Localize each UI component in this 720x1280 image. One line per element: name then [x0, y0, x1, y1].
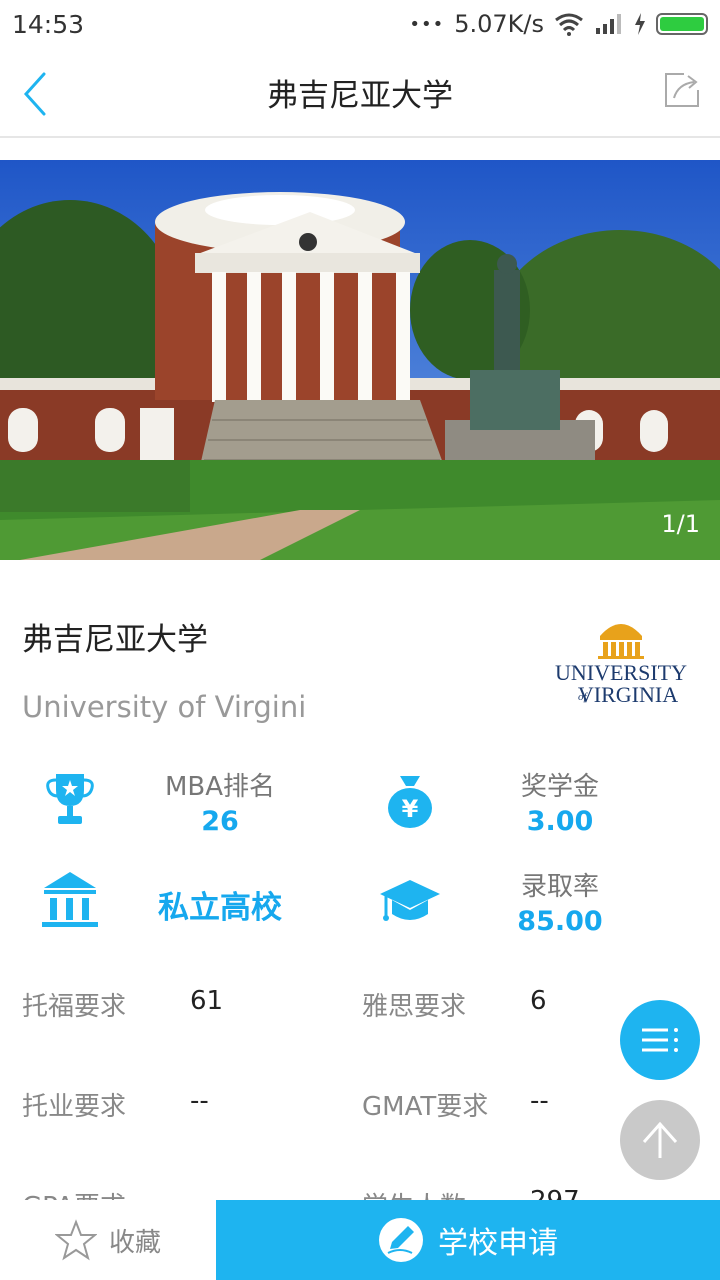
star-icon: [54, 1219, 97, 1261]
ielts-value: 6: [530, 986, 547, 1016]
toefl-label: 托福要求: [22, 992, 127, 1022]
status-time: 14:53: [12, 10, 85, 39]
scholarship-label: 奖学金: [520, 772, 599, 802]
favorite-button[interactable]: 收藏: [0, 1200, 216, 1280]
image-counter: 1/1: [661, 510, 700, 538]
graduation-cap-icon: [380, 880, 440, 921]
money-bag-icon: ¥: [388, 776, 432, 828]
battery-icon: [656, 13, 708, 35]
pen-edit-icon: [379, 1218, 423, 1262]
toeic-value: --: [190, 1086, 209, 1116]
page-title: 弗吉尼亚大学: [267, 78, 453, 114]
school-name-cn: 弗吉尼亚大学: [22, 622, 208, 658]
toeic-label: 托业要求: [22, 1092, 127, 1122]
campus-photo: [0, 160, 720, 560]
gmat-value: --: [530, 1086, 549, 1116]
network-speed: 5.07K/s: [454, 10, 544, 38]
mba-rank-value: 26: [201, 806, 239, 837]
school-name-en: University of Virgini: [22, 690, 307, 724]
campus-photo-banner[interactable]: 1/1: [0, 160, 720, 560]
mba-rank-label: MBA排名: [164, 772, 276, 802]
list-menu-icon: [642, 1028, 678, 1052]
scholarship-value: 3.00: [526, 806, 594, 837]
apply-school-button[interactable]: 学校申请: [216, 1200, 720, 1280]
signal-icon: [596, 14, 621, 34]
status-indicators: ••• 5.07K/s: [409, 10, 708, 38]
institution-icon: [42, 872, 98, 927]
nav-bar: 弗吉尼亚大学: [0, 50, 720, 138]
admission-rate-label: 录取率: [520, 872, 599, 902]
apply-label: 学校申请: [438, 1226, 558, 1261]
bottom-action-bar: 收藏 学校申请: [0, 1200, 720, 1280]
gmat-label: GMAT要求: [362, 1092, 489, 1122]
charging-icon: [635, 13, 645, 35]
ielts-label: 雅思要求: [362, 992, 467, 1022]
toefl-value: 61: [190, 986, 224, 1016]
school-type-value: 私立高校: [158, 890, 282, 926]
share-icon[interactable]: [660, 68, 704, 112]
arrow-up-icon: [642, 1121, 678, 1158]
trophy-icon: [46, 774, 94, 824]
admission-rate-value: 85.00: [517, 906, 603, 937]
more-dots-icon: •••: [409, 13, 445, 35]
scroll-to-top-button[interactable]: [620, 1100, 700, 1180]
menu-fab-button[interactable]: [620, 1000, 700, 1080]
wifi-icon: [555, 13, 583, 36]
svg-text:¥: ¥: [402, 795, 419, 823]
university-logo: UNIVERSITY of VIRGINIA: [555, 624, 687, 707]
favorite-label: 收藏: [108, 1227, 161, 1258]
svg-text:VIRGINIA: VIRGINIA: [578, 682, 678, 707]
status-bar: 14:53 ••• 5.07K/s: [0, 0, 720, 50]
